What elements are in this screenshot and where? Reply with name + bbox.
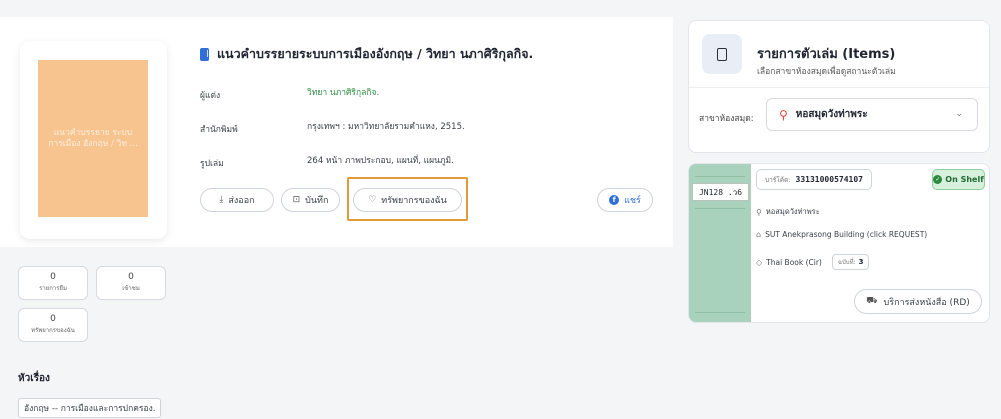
favorites-label: ทรัพยากรของฉัน (31, 327, 75, 334)
title-row: แนวคำบรรยายระบบการเมืองอังกฤษ / วิทยา นภ… (200, 44, 533, 64)
barcode-value: 33131000574107 (795, 175, 863, 184)
cover-text: แนวคำบรรยาย ระบบการเมือง อังกฤษ / วิท ..… (48, 127, 138, 149)
building-icon: ⌂ (756, 230, 762, 239)
barcode-chip: บาร์โค้ด: 33131000574107 (756, 169, 872, 190)
book-title: แนวคำบรรยายระบบการเมืองอังกฤษ / วิทยา นภ… (217, 46, 534, 61)
tag-icon: ◇ (756, 257, 763, 267)
call-number: JN128 .ว6 (692, 183, 749, 201)
export-button[interactable]: ⤓ ส่งออก (200, 188, 274, 212)
publisher-label: สำนักพิมพ์ (200, 125, 238, 135)
format-label: รูปเล่ม (200, 159, 224, 169)
views-count: 0 (128, 272, 134, 282)
borrow-count: 0 (50, 272, 56, 282)
delivery-label: บริการส่งหนังสือ (RD) (883, 297, 970, 308)
stat-views: 0 เข้าชม (96, 266, 166, 300)
copies-label: ฉบับที่: (837, 259, 856, 266)
stat-borrow: 0 รายการยืม (18, 266, 88, 300)
branch-value: หอสมุดวังท่าพระ (795, 109, 868, 120)
barcode-label: บาร์โค้ด: (765, 175, 791, 184)
favorites-count: 0 (50, 314, 56, 324)
building-line: ⌂ SUT Anekprasong Building (click REQUES… (756, 230, 927, 239)
format-value: 264 หน้า ภาพประกอบ, แผนที่, แผนภูมิ. (307, 156, 454, 166)
share-button[interactable]: f แชร์ (597, 188, 653, 212)
book-cover-card: แนวคำบรรยาย ระบบการเมือง อังกฤษ / วิท ..… (20, 41, 167, 239)
subjects-heading: หัวเรื่อง (18, 373, 50, 384)
location-line: ⚲ หอสมุดวังท่าพระ (756, 206, 820, 218)
branch-select[interactable]: ⚲ หอสมุดวังท่าพระ ⌄ (766, 98, 978, 131)
author-label: ผู้แต่ง (200, 91, 221, 101)
copy-card: JN128 .ว6 บาร์โค้ด: 33131000574107 ✓ On … (688, 163, 990, 323)
facebook-icon: f (609, 195, 620, 205)
copies-value: 3 (858, 258, 864, 266)
save-button[interactable]: ⊡ บันทึก (281, 188, 340, 212)
copies-chip: ฉบับที่: 3 (831, 254, 870, 270)
subject-tag[interactable]: อังกฤษ -- การเมืองและการปกครอง. (18, 398, 162, 418)
items-panel: รายการตัวเล่ม (Items) เลือกสาขาห้องสมุดเ… (688, 20, 990, 153)
stat-favorites: 0 ทรัพยากรของฉัน (18, 308, 88, 342)
items-subtitle: เลือกสาขาห้องสมุดเพื่อดูสถานะตัวเล่ม (757, 67, 896, 77)
save-label: บันทึก (305, 196, 329, 206)
book-cover: แนวคำบรรยาย ระบบการเมือง อังกฤษ / วิท ..… (38, 60, 148, 217)
download-icon: ⤓ (219, 195, 224, 205)
views-label: เข้าชม (122, 285, 140, 292)
book-spine: JN128 .ว6 (689, 164, 751, 322)
spine-line (695, 208, 745, 209)
borrow-label: รายการยืม (39, 285, 67, 292)
spine-line (695, 176, 745, 177)
focus-highlight (347, 177, 468, 221)
spine-line (695, 312, 745, 313)
truck-icon: ⛟ (866, 296, 878, 306)
item-type-value: Thai Book (Cir) (766, 257, 822, 267)
location-pin-icon: ⚲ (756, 207, 762, 217)
chevron-down-icon: ⌄ (955, 109, 963, 119)
check-icon: ✓ (933, 175, 943, 184)
branch-label: สาขาห้องสมุด: (699, 114, 754, 124)
items-icon-box (702, 34, 742, 74)
book-icon (200, 47, 209, 61)
location-pin-icon: ⚲ (779, 107, 788, 122)
divider (689, 87, 989, 88)
share-label: แชร์ (624, 196, 641, 206)
publisher-value: กรุงเทพฯ : มหาวิทยาลัยรามคำแหง, 2515. (307, 122, 465, 132)
items-title: รายการตัวเล่ม (Items) (757, 47, 896, 62)
copy-icon (717, 47, 727, 61)
bookmark-icon: ⊡ (292, 195, 301, 205)
author-link[interactable]: วิทยา นภาศิริกุลกิจ. (307, 85, 379, 99)
item-type-line: ◇ Thai Book (Cir) ฉบับที่: 3 (756, 254, 870, 270)
export-label: ส่งออก (228, 196, 255, 206)
status-text: On Shelf (945, 175, 984, 184)
status-badge: ✓ On Shelf (932, 169, 985, 190)
location-value: หอสมุดวังท่าพระ (765, 207, 820, 216)
building-value: SUT Anekprasong Building (click REQUEST) (765, 230, 928, 239)
delivery-service-button[interactable]: ⛟ บริการส่งหนังสือ (RD) (854, 289, 982, 314)
